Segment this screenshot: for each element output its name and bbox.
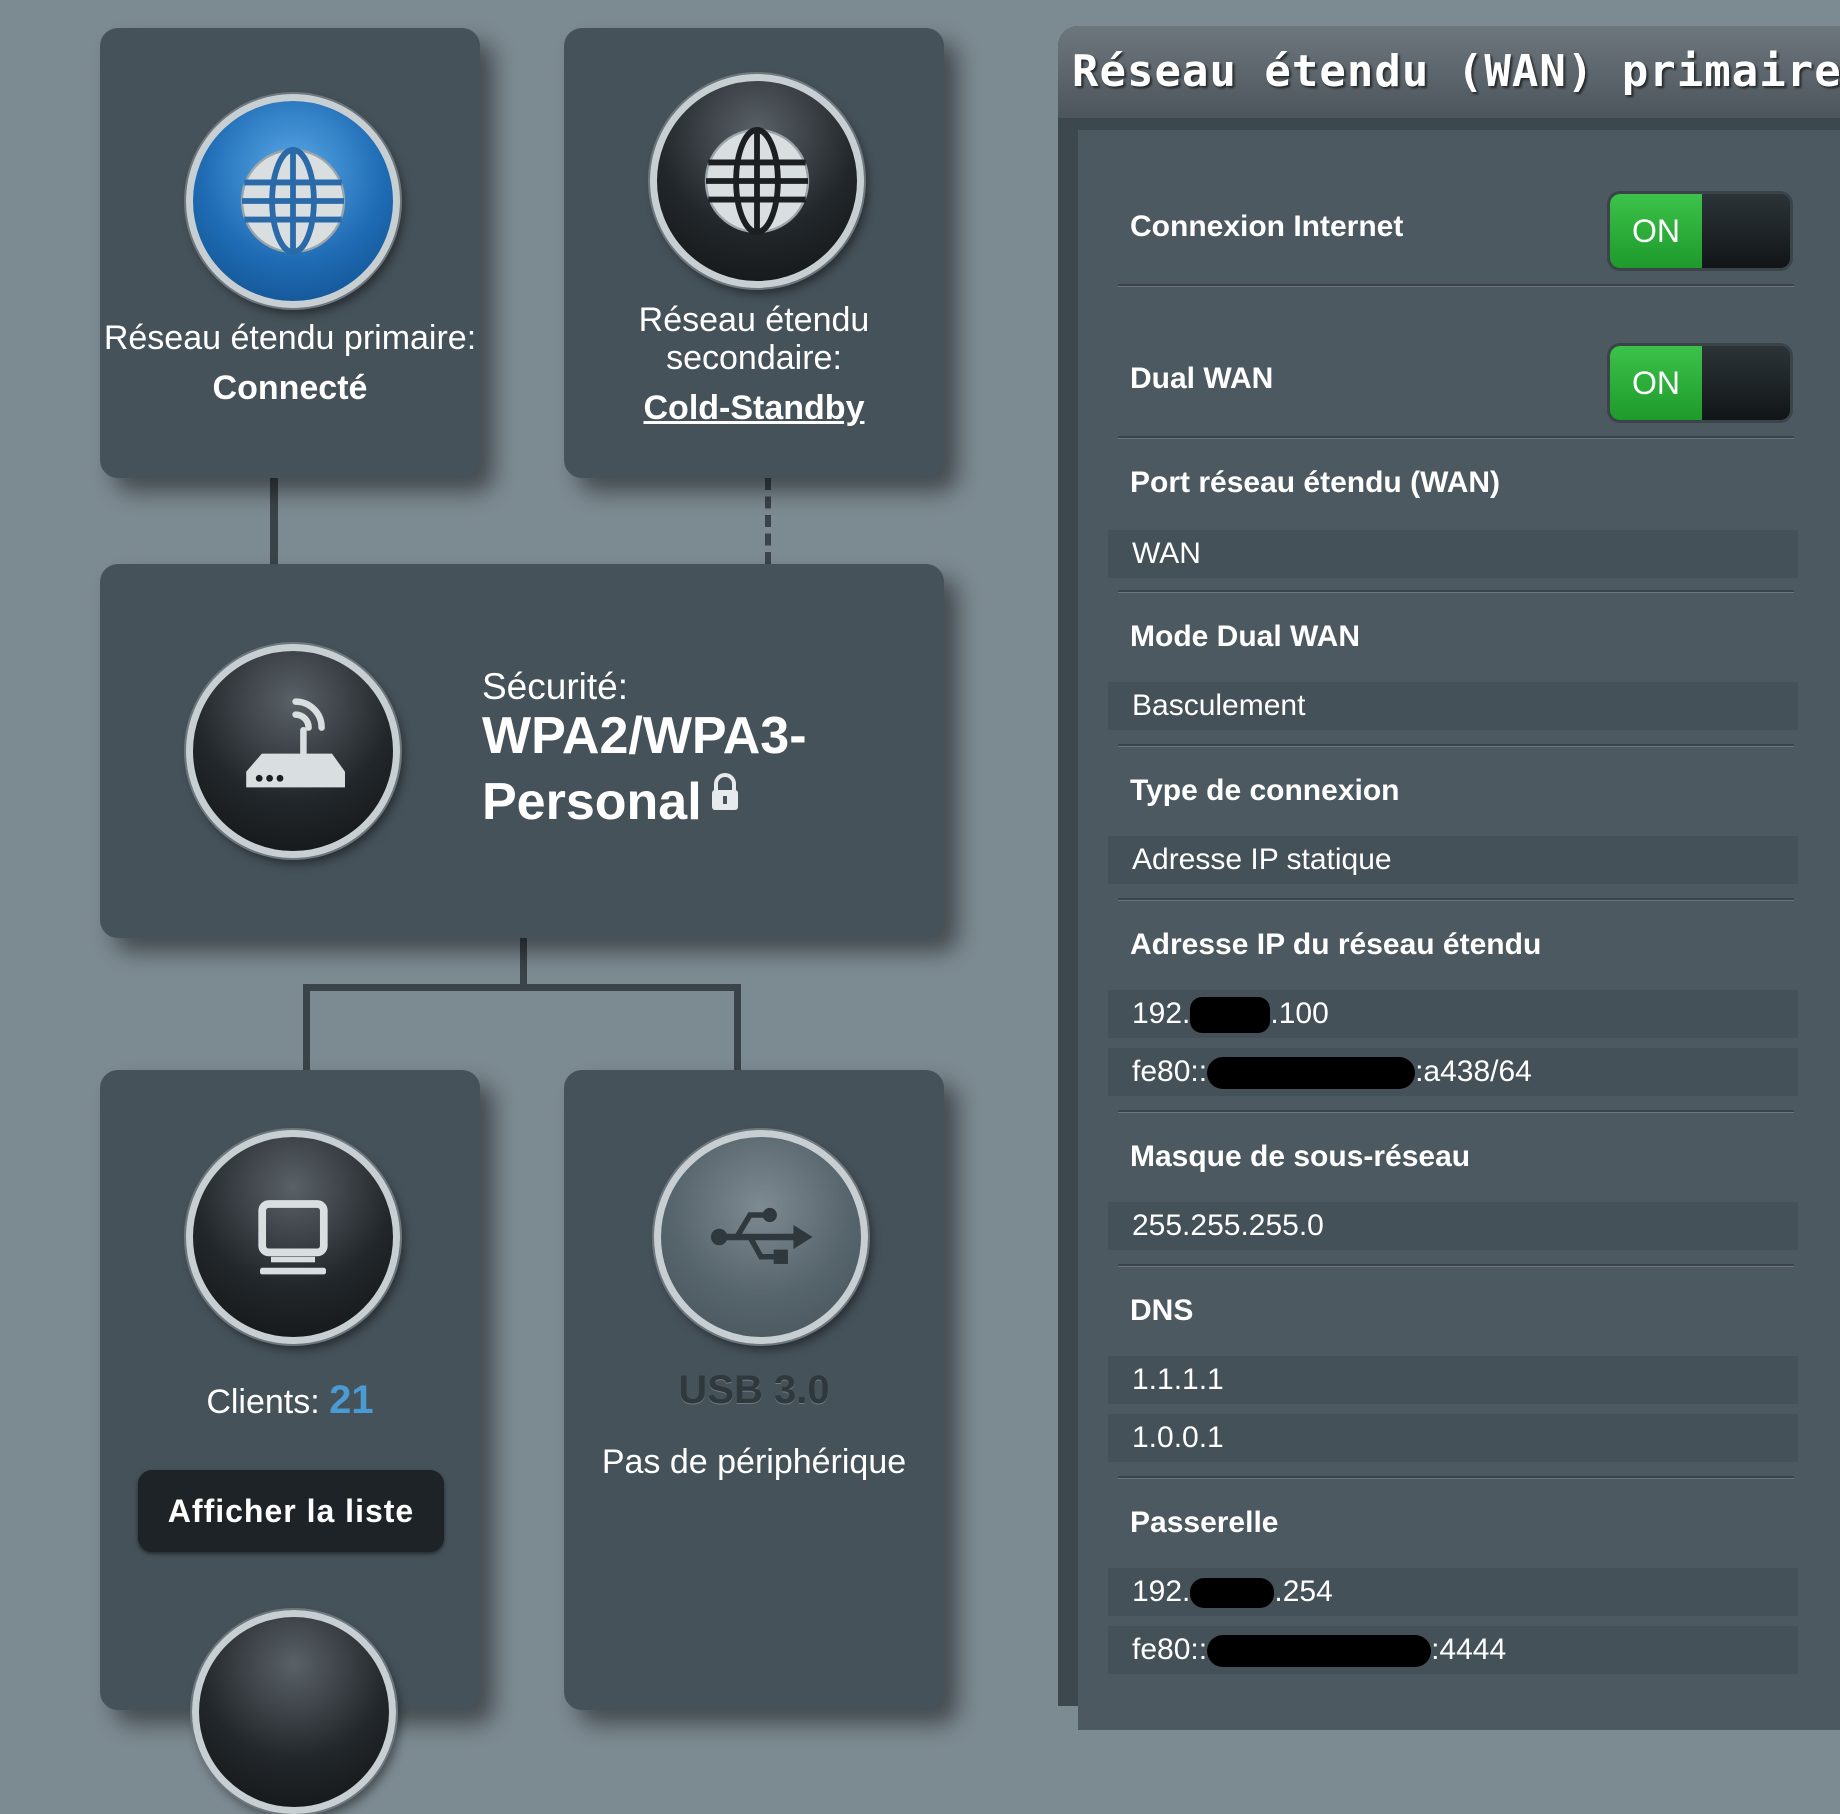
divider — [1118, 1110, 1794, 1113]
router-button[interactable] — [186, 644, 400, 858]
toggle-knob — [1702, 346, 1790, 420]
primary-wan-card[interactable]: Réseau étendu primaire: Connecté — [100, 28, 480, 478]
wan-panel-title: Réseau étendu (WAN) primaire — [1072, 46, 1840, 97]
divider — [1118, 284, 1794, 287]
security-value-line2: Personal — [482, 773, 702, 831]
connector-branch-horizontal — [303, 984, 741, 991]
globe-icon — [240, 147, 346, 255]
dual-wan-toggle-state: ON — [1610, 346, 1702, 420]
secondary-wan-status-link[interactable]: Cold-Standby — [564, 388, 944, 428]
clients-label-row: Clients: 21 — [100, 1380, 480, 1422]
clients-button[interactable] — [186, 1130, 400, 1344]
ipv6-suffix: :4444 — [1431, 1633, 1507, 1666]
toggle-knob — [1702, 194, 1790, 268]
ipv6-suffix: :a438/64 — [1415, 1055, 1532, 1088]
divider — [1118, 436, 1794, 439]
connector-secondary-router — [765, 478, 771, 564]
dns-label: DNS — [1130, 1294, 1194, 1327]
ipv4-suffix: .100 — [1270, 997, 1329, 1030]
lock-icon — [712, 773, 738, 810]
wan-ip-label: Adresse IP du réseau étendu — [1130, 928, 1542, 961]
divider — [1118, 590, 1794, 593]
ipv4-suffix: .254 — [1274, 1575, 1333, 1608]
subnet-mask-label: Masque de sous-réseau — [1130, 1140, 1471, 1173]
wan-port-value: WAN — [1108, 530, 1798, 578]
show-client-list-button[interactable]: Afficher la liste — [138, 1470, 444, 1552]
usb-title: USB 3.0 — [678, 1368, 830, 1412]
dns-primary-value: 1.1.1.1 — [1108, 1356, 1798, 1404]
wan-ipv4-value: 192. .100 — [1108, 990, 1798, 1038]
globe-icon — [704, 127, 810, 235]
divider — [1118, 898, 1794, 901]
connector-branch-right — [734, 984, 741, 1070]
dual-wan-mode-label: Mode Dual WAN — [1130, 620, 1360, 653]
wan-panel-header: Réseau étendu (WAN) primaire — [1058, 26, 1840, 118]
subnet-mask-value: 255.255.255.0 — [1108, 1202, 1798, 1250]
connector-primary-router — [270, 478, 278, 564]
ipv6-prefix: fe80:: — [1132, 1633, 1208, 1666]
clients-label: Clients: — [206, 1383, 320, 1421]
router-icon — [246, 698, 345, 788]
dns-secondary-value: 1.0.0.1 — [1108, 1414, 1798, 1462]
computer-monitor-icon — [258, 1200, 328, 1275]
clients-count: 21 — [329, 1378, 374, 1422]
primary-wan-status: Connecté — [212, 369, 368, 407]
secondary-wan-card[interactable]: Réseau étendu secondaire: Cold-Standby — [564, 28, 944, 478]
primary-wan-label: Réseau étendu primaire: — [103, 319, 477, 357]
redacted-segment — [1207, 1635, 1432, 1668]
network-map: Réseau étendu primaire: Connecté Réseau … — [0, 0, 1040, 1814]
router-card[interactable]: Sécurité: WPA2/WPA3- Personal — [100, 564, 944, 938]
connector-router-down — [520, 938, 527, 986]
internet-connection-toggle-state: ON — [1610, 194, 1702, 268]
connection-type-label: Type de connexion — [1130, 774, 1400, 807]
redacted-segment — [1190, 1578, 1275, 1609]
divider — [1118, 744, 1794, 747]
ipv4-prefix: 192. — [1132, 1575, 1191, 1608]
redacted-segment — [1190, 997, 1271, 1034]
gateway-ipv6-value: fe80:::4444 — [1108, 1626, 1798, 1674]
secondary-wan-globe-button[interactable] — [650, 74, 864, 288]
wan-ipv6-value: fe80:::a438/64 — [1108, 1048, 1798, 1096]
clients-card[interactable]: Clients: 21 Afficher la liste — [100, 1070, 480, 1814]
gateway-label: Passerelle — [1130, 1506, 1279, 1539]
secondary-wan-label-line2: secondaire: — [666, 339, 842, 377]
extra-device-button[interactable] — [192, 1610, 396, 1814]
divider — [1118, 1264, 1794, 1267]
ipv6-prefix: fe80:: — [1132, 1055, 1208, 1088]
connection-type-value: Adresse IP statique — [1108, 836, 1798, 884]
dual-wan-label: Dual WAN — [1130, 362, 1274, 395]
internet-connection-toggle[interactable]: ON — [1610, 194, 1790, 268]
dual-wan-mode-value: Basculement — [1108, 682, 1798, 730]
wan-panel-body: Connexion Internet ON Dual WAN ON Port r… — [1078, 130, 1840, 1730]
internet-connection-label: Connexion Internet — [1130, 210, 1404, 243]
connector-branch-left — [303, 984, 310, 1070]
usb-status: Pas de périphérique — [601, 1443, 907, 1481]
redacted-segment — [1207, 1057, 1416, 1090]
divider — [1118, 1476, 1794, 1479]
gateway-ipv4-value: 192. .254 — [1108, 1568, 1798, 1616]
wan-panel: Réseau étendu (WAN) primaire Connexion I… — [1058, 26, 1840, 1730]
usb-icon — [710, 1207, 813, 1264]
usb-button[interactable] — [654, 1130, 868, 1344]
usb-card[interactable]: USB 3.0 Pas de périphérique — [564, 1070, 944, 1710]
wan-port-label: Port réseau étendu (WAN) — [1130, 466, 1501, 499]
secondary-wan-label-line1: Réseau étendu — [638, 301, 870, 339]
dual-wan-toggle[interactable]: ON — [1610, 346, 1790, 420]
primary-wan-globe-button[interactable] — [186, 94, 400, 308]
ipv4-prefix: 192. — [1132, 997, 1191, 1030]
security-value-line1: WPA2/WPA3- — [482, 707, 807, 765]
